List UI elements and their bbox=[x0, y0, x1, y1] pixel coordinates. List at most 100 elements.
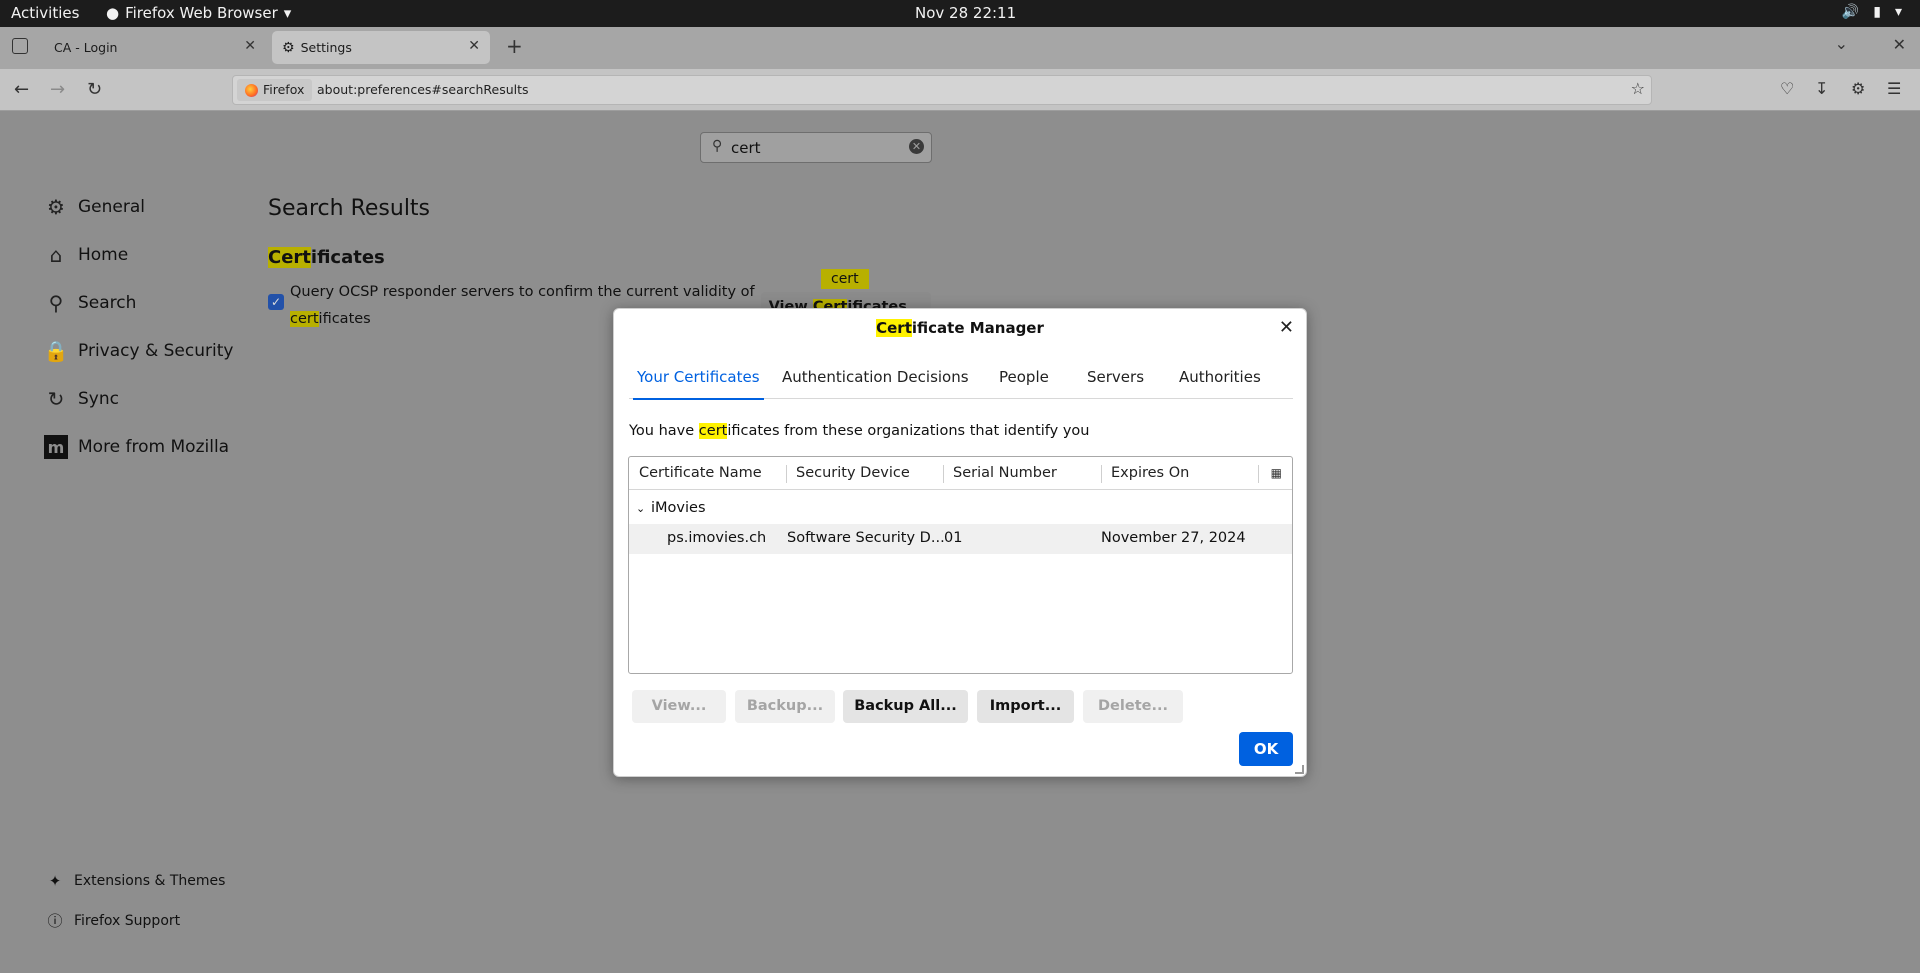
column-divider[interactable] bbox=[786, 465, 787, 483]
column-divider[interactable] bbox=[1101, 465, 1102, 483]
search-icon: ⚲ bbox=[48, 291, 64, 315]
ok-button[interactable]: OK bbox=[1239, 732, 1293, 766]
sidebar-item-label: General bbox=[78, 197, 145, 217]
backup-all-button[interactable]: Backup All... bbox=[843, 690, 968, 723]
list-all-tabs-icon[interactable]: ⌄ bbox=[1835, 34, 1848, 53]
column-expires-on[interactable]: Expires On bbox=[1111, 465, 1189, 481]
column-divider[interactable] bbox=[1258, 465, 1259, 483]
help-icon: ⓘ bbox=[47, 912, 63, 930]
gear-icon: ⚙ bbox=[47, 195, 65, 219]
close-tab-icon[interactable]: ✕ bbox=[468, 38, 480, 54]
back-icon[interactable]: ← bbox=[14, 79, 29, 100]
heading-rest: ificates bbox=[310, 247, 385, 268]
column-certificate-name[interactable]: Certificate Name bbox=[639, 465, 762, 481]
dialog-title-rest: ificate Manager bbox=[911, 319, 1044, 337]
view-button[interactable]: View... bbox=[632, 690, 726, 723]
firefox-app-icon: ● bbox=[106, 4, 120, 22]
firefox-support-link[interactable]: ⓘ Firefox Support bbox=[46, 910, 180, 931]
menu-icon[interactable]: ☰ bbox=[1887, 79, 1901, 98]
sidebar-item-label: Sync bbox=[78, 389, 119, 409]
close-icon[interactable]: ✕ bbox=[1279, 317, 1294, 338]
certificate-tree[interactable]: Certificate Name Security Device Serial … bbox=[628, 456, 1293, 674]
cell-expires-on: November 27, 2024 bbox=[1101, 530, 1246, 546]
firefox-logo-icon bbox=[245, 84, 258, 97]
gear-icon: ⚙ bbox=[282, 39, 295, 56]
reload-icon[interactable]: ↻ bbox=[87, 79, 102, 100]
resize-grip[interactable] bbox=[1295, 765, 1304, 774]
pocket-icon[interactable]: ♡ bbox=[1780, 79, 1794, 98]
extensions-themes-link[interactable]: ✦ Extensions & Themes bbox=[46, 872, 226, 890]
new-tab-icon[interactable]: + bbox=[506, 34, 523, 58]
close-tab-icon[interactable]: ✕ bbox=[244, 38, 256, 54]
dropdown-arrow-icon: ▾ bbox=[283, 4, 292, 22]
clock[interactable]: Nov 28 22:11 bbox=[915, 4, 1016, 22]
url-bar[interactable]: Firefox about:preferences#searchResults … bbox=[232, 75, 1652, 105]
extensions-icon[interactable]: ⚙ bbox=[1851, 79, 1865, 98]
tab-your-certificates[interactable]: Your Certificates bbox=[633, 367, 764, 400]
forward-icon[interactable]: → bbox=[50, 79, 65, 100]
dropdown-arrow-icon: ▾ bbox=[1894, 4, 1902, 20]
sidebar-item-more-from-mozilla[interactable]: m More from Mozilla bbox=[44, 435, 229, 459]
column-security-device[interactable]: Security Device bbox=[796, 465, 910, 481]
footer-item-label: Firefox Support bbox=[74, 912, 181, 929]
column-picker-icon[interactable]: ▦ bbox=[1271, 466, 1282, 480]
settings-search-input[interactable]: ⚲ cert ✕ bbox=[700, 132, 932, 163]
url-text[interactable]: about:preferences#searchResults bbox=[317, 82, 529, 97]
tab-authentication-decisions[interactable]: Authentication Decisions bbox=[778, 367, 973, 399]
search-highlight: cert bbox=[698, 423, 728, 439]
search-tooltip-badge: cert bbox=[821, 269, 869, 289]
tab-authorities[interactable]: Authorities bbox=[1175, 367, 1265, 399]
firefox-view-icon[interactable] bbox=[12, 38, 28, 54]
sidebar-item-sync[interactable]: ↻ Sync bbox=[44, 387, 119, 411]
search-highlight: Cert bbox=[268, 247, 311, 268]
downloads-icon[interactable]: ↧ bbox=[1815, 79, 1828, 98]
sidebar-item-privacy[interactable]: 🔒 Privacy & Security bbox=[43, 339, 234, 363]
tab-settings[interactable]: ⚙ Settings ✕ bbox=[272, 31, 490, 64]
tab-servers[interactable]: Servers bbox=[1083, 367, 1148, 399]
tab-label: CA - Login bbox=[54, 40, 118, 55]
tree-group-row[interactable]: ⌄ iMovies bbox=[629, 494, 1292, 524]
volume-icon: 🔊 bbox=[1841, 4, 1860, 20]
app-menu-label: Firefox Web Browser bbox=[125, 4, 278, 22]
tree-header: Certificate Name Security Device Serial … bbox=[629, 457, 1292, 490]
lock-icon: 🔒 bbox=[43, 339, 69, 363]
ocsp-checkbox[interactable]: ✓ bbox=[268, 294, 284, 310]
clear-search-icon[interactable]: ✕ bbox=[909, 139, 924, 154]
cell-certificate-name: ps.imovies.ch bbox=[667, 530, 767, 546]
cell-security-device: Software Security D... bbox=[787, 530, 945, 546]
battery-icon: ▮ bbox=[1873, 4, 1881, 20]
identity-box[interactable]: Firefox bbox=[237, 79, 313, 101]
table-row[interactable]: ps.imovies.ch Software Security D... 01 … bbox=[629, 524, 1292, 554]
home-icon: ⌂ bbox=[49, 243, 63, 267]
delete-button[interactable]: Delete... bbox=[1083, 690, 1183, 723]
search-highlight: Cert bbox=[876, 319, 912, 337]
sidebar-item-label: More from Mozilla bbox=[78, 437, 230, 457]
dialog-title: Certificate Manager bbox=[614, 319, 1306, 337]
certificates-heading: Certificates bbox=[268, 247, 385, 268]
app-menu[interactable]: ● Firefox Web Browser ▾ bbox=[106, 4, 291, 22]
column-serial-number[interactable]: Serial Number bbox=[953, 465, 1057, 481]
tab-ca-login[interactable]: CA - Login ✕ bbox=[44, 31, 266, 64]
sidebar-item-search[interactable]: ⚲ Search bbox=[44, 291, 137, 315]
import-button[interactable]: Import... bbox=[977, 690, 1074, 723]
tab-people[interactable]: People bbox=[995, 367, 1053, 399]
puzzle-icon: ✦ bbox=[48, 872, 62, 890]
system-tray[interactable]: 🔊 ▮ ▾ bbox=[1842, 4, 1902, 20]
sidebar-item-general[interactable]: ⚙ General bbox=[44, 195, 145, 219]
page-title: Search Results bbox=[268, 196, 431, 221]
mozilla-icon: m bbox=[44, 435, 68, 459]
cell-serial-number: 01 bbox=[944, 530, 963, 546]
backup-button[interactable]: Backup... bbox=[735, 690, 835, 723]
sidebar-item-home[interactable]: ⌂ Home bbox=[44, 243, 129, 267]
bookmark-star-icon[interactable]: ☆ bbox=[1631, 79, 1645, 98]
window-close-icon[interactable]: ✕ bbox=[1893, 35, 1906, 54]
chevron-down-icon[interactable]: ⌄ bbox=[636, 502, 645, 515]
search-highlight: cert bbox=[290, 311, 319, 327]
footer-item-label: Extensions & Themes bbox=[74, 873, 226, 889]
activities-button[interactable]: Activities bbox=[11, 4, 79, 22]
column-divider[interactable] bbox=[943, 465, 944, 483]
tab-strip: CA - Login ✕ ⚙ Settings ✕ + ⌄ ✕ bbox=[0, 27, 1920, 69]
ocsp-tail: ificates bbox=[318, 311, 371, 327]
group-label: iMovies bbox=[651, 500, 706, 516]
dialog-intro: You have certificates from these organiz… bbox=[629, 423, 1089, 439]
